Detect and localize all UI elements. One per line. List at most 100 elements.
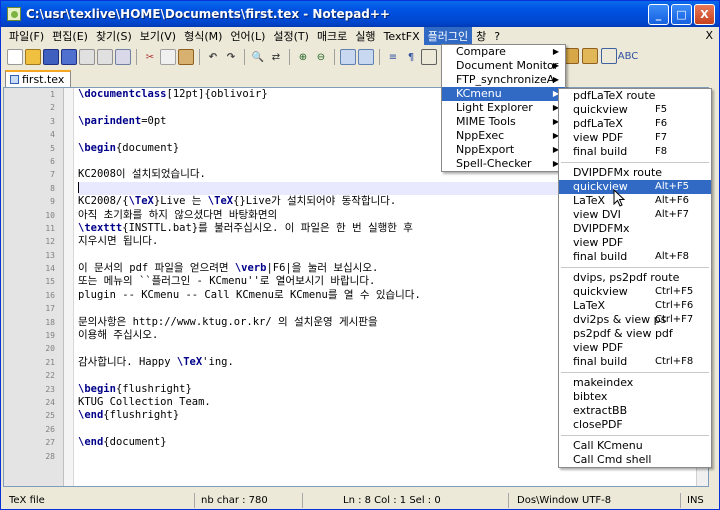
kcmenu-item[interactable]: final build F8: [559, 145, 711, 159]
spell-check-icon[interactable]: ABC: [618, 48, 639, 64]
kcmenu-item[interactable]: dvips, ps2pdf route: [559, 271, 711, 285]
line-number: 26: [45, 424, 55, 434]
macro-play-icon[interactable]: [582, 48, 598, 64]
kcmenu-item[interactable]: view PDF: [559, 236, 711, 250]
plugin-menu-item[interactable]: Compare ▶: [442, 45, 565, 59]
minimize-button[interactable]: _: [648, 4, 669, 25]
plugin-menu-item-label: FTP_synchronizeA: [456, 73, 555, 86]
kcmenu-item[interactable]: extractBB: [559, 404, 711, 418]
plugin-menu-item[interactable]: Spell-Checker ▶: [442, 157, 565, 171]
menu-edit[interactable]: 편집(E): [48, 27, 92, 45]
mouse-cursor-icon: [613, 189, 625, 207]
replace-icon[interactable]: ⇄: [268, 49, 284, 65]
menu-settings[interactable]: 설정(T): [269, 27, 313, 45]
zoom-out-icon[interactable]: ⊖: [313, 49, 329, 65]
plugin-menu-item[interactable]: NppExec ▶: [442, 129, 565, 143]
kcmenu-item-shortcut: Alt+F7: [655, 209, 690, 220]
menu-language[interactable]: 언어(L): [226, 27, 269, 45]
close-doc-icon[interactable]: X: [705, 29, 713, 42]
kcmenu-submenu: pdfLaTeX route quickview F5 pdfLaTeX F6 view …: [558, 88, 712, 468]
status-char-count: nb char : 780: [197, 493, 303, 508]
plugin-menu-item-label: Compare: [456, 45, 506, 58]
line-number: 17: [45, 304, 55, 314]
kcmenu-item[interactable]: quickview Ctrl+F5: [559, 285, 711, 299]
find-icon[interactable]: 🔍: [250, 49, 266, 65]
kcmenu-item[interactable]: pdfLaTeX route: [559, 89, 711, 103]
plugin-menu-item[interactable]: Document Monitor ▶: [442, 59, 565, 73]
submenu-arrow-icon: ▶: [552, 75, 559, 84]
kcmenu-item[interactable]: view DVI Alt+F7: [559, 208, 711, 222]
kcmenu-item[interactable]: quickview Alt+F5: [559, 180, 711, 194]
plugin-menu-item[interactable]: Light Explorer ▶: [442, 101, 565, 115]
menu-textfx[interactable]: TextFX: [380, 29, 424, 44]
print-icon[interactable]: [115, 49, 131, 65]
sync-vertical-icon[interactable]: [340, 49, 356, 65]
kcmenu-item[interactable]: LaTeX Alt+F6: [559, 194, 711, 208]
menu-run[interactable]: 실행: [351, 27, 379, 45]
kcmenu-item[interactable]: DVIPDFMx: [559, 222, 711, 236]
kcmenu-item[interactable]: DVIPDFMx route: [559, 166, 711, 180]
menu-search[interactable]: 찾기(S): [92, 27, 136, 45]
kcmenu-item[interactable]: bibtex: [559, 390, 711, 404]
close-button[interactable]: X: [694, 4, 715, 25]
kcmenu-item-label: dvi2ps & view ps: [573, 313, 667, 326]
plugin-menu-item[interactable]: NppExport ▶: [442, 143, 565, 157]
kcmenu-item[interactable]: pdfLaTeX F6: [559, 117, 711, 131]
latex-command: \TeX: [128, 195, 154, 208]
line-number: 23: [45, 384, 55, 394]
kcmenu-item[interactable]: makeindex: [559, 376, 711, 390]
kcmenu-item[interactable]: ps2pdf & view pdf: [559, 327, 711, 341]
sync-horizontal-icon[interactable]: [358, 49, 374, 65]
open-file-icon[interactable]: [25, 49, 41, 65]
kcmenu-item[interactable]: closePDF: [559, 418, 711, 432]
undo-icon[interactable]: ↶: [205, 49, 221, 65]
save-all-icon[interactable]: [61, 49, 77, 65]
maximize-button[interactable]: □: [671, 4, 692, 25]
kcmenu-item[interactable]: final build Ctrl+F8: [559, 355, 711, 369]
plugin-menu-item-label: NppExec: [456, 129, 505, 142]
new-file-icon[interactable]: [7, 49, 23, 65]
tab-first-tex[interactable]: first.tex: [5, 70, 71, 87]
menu-format[interactable]: 형식(M): [180, 27, 226, 45]
kcmenu-item[interactable]: LaTeX Ctrl+F6: [559, 299, 711, 313]
copy-icon[interactable]: [160, 49, 176, 65]
redo-icon[interactable]: ↷: [223, 49, 239, 65]
menu-macro[interactable]: 매크로: [313, 27, 351, 45]
zoom-in-icon[interactable]: ⊕: [295, 49, 311, 65]
menu-help[interactable]: ?: [490, 29, 504, 44]
plugin-menu-item[interactable]: FTP_synchronizeA ▶: [442, 73, 565, 87]
latex-command: \texttt: [78, 221, 123, 234]
line-number: 15: [45, 277, 55, 287]
status-cursor-position: Ln : 8 Col : 1 Sel : 0: [339, 493, 509, 508]
macro-save-icon[interactable]: [601, 48, 617, 64]
save-icon[interactable]: [43, 49, 59, 65]
paste-icon[interactable]: [178, 49, 194, 65]
menu-plugins[interactable]: 플러그인: [423, 27, 473, 45]
latex-command: \TeX: [207, 195, 234, 208]
line-number: 9: [50, 197, 55, 207]
kcmenu-item[interactable]: quickview F5: [559, 103, 711, 117]
plugin-menu-item[interactable]: MIME Tools ▶: [442, 115, 565, 129]
kcmenu-item[interactable]: dvi2ps & view ps Ctrl+F7: [559, 313, 711, 327]
status-filetype: TeX file: [5, 493, 195, 508]
kcmenu-item[interactable]: view PDF: [559, 341, 711, 355]
kcmenu-item[interactable]: final build Alt+F8: [559, 250, 711, 264]
plugin-menu-item[interactable]: KCmenu ▶: [442, 87, 565, 101]
menu-bar: 파일(F) 편집(E) 찾기(S) 보기(V) 형식(M) 언어(L) 설정(T…: [1, 27, 719, 45]
word-wrap-icon[interactable]: ≡: [385, 49, 401, 65]
close-all-icon[interactable]: [97, 49, 113, 65]
kcmenu-item[interactable]: Call KCmenu: [559, 439, 711, 453]
kcmenu-item-label: DVIPDFMx: [573, 222, 630, 235]
kcmenu-item-shortcut: Ctrl+F7: [655, 314, 694, 325]
show-all-chars-icon[interactable]: ¶: [403, 49, 419, 65]
menu-file[interactable]: 파일(F): [5, 27, 48, 45]
kcmenu-item[interactable]: view PDF F7: [559, 131, 711, 145]
cut-icon[interactable]: ✂: [142, 49, 158, 65]
kcmenu-item[interactable]: Call Cmd shell: [559, 453, 711, 467]
close-file-icon[interactable]: [79, 49, 95, 65]
latex-command: \end: [78, 409, 104, 422]
menu-window[interactable]: 창: [472, 27, 490, 45]
fold-margin[interactable]: [64, 88, 74, 486]
menu-view[interactable]: 보기(V): [136, 27, 180, 45]
indent-guide-icon[interactable]: [421, 49, 437, 65]
